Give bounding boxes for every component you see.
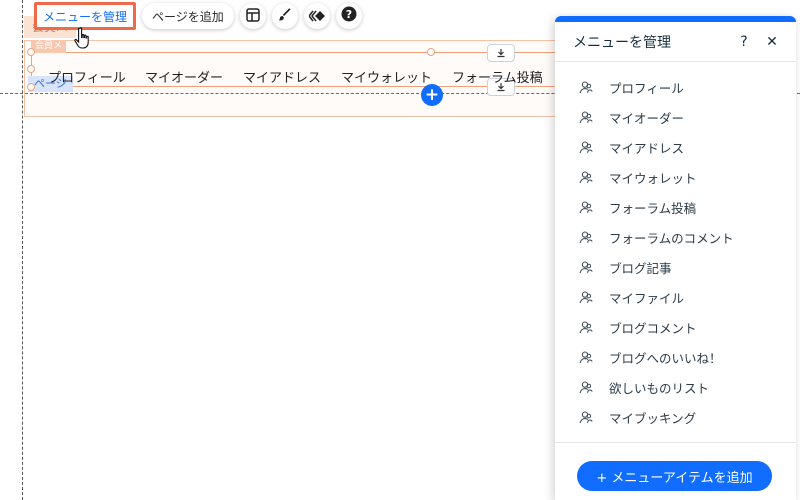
menu-item[interactable]: マイアドレス bbox=[555, 132, 796, 162]
members-nav-menu: プロフィール マイオーダー マイアドレス マイウォレット フォーラム投稿 bbox=[48, 67, 543, 86]
canvas-left-guide bbox=[22, 0, 23, 500]
menu-item[interactable]: フォーラム投稿 bbox=[555, 192, 796, 222]
nav-item-wallet[interactable]: マイウォレット bbox=[341, 67, 452, 86]
menu-item-label: マイウォレット bbox=[609, 170, 697, 186]
menu-item[interactable]: マイファイル bbox=[555, 282, 796, 312]
menu-item-label: ブログコメント bbox=[609, 320, 697, 336]
menu-item[interactable]: フォーラムのコメント bbox=[555, 222, 796, 252]
resize-handle-left[interactable] bbox=[27, 65, 35, 73]
menu-item[interactable]: ブログコメント bbox=[555, 312, 796, 342]
members-icon bbox=[579, 80, 601, 94]
help-button[interactable]: ? bbox=[335, 3, 362, 29]
menu-item[interactable]: マイオーダー bbox=[555, 102, 796, 132]
resize-handle-bottom-left[interactable] bbox=[27, 83, 35, 91]
manage-menu-panel: メニューを管理 ? ✕ プロフィール マイオーダー マイアドレス マイウォレット フォー… bbox=[555, 16, 796, 500]
menu-item-label: マイファイル bbox=[609, 290, 685, 306]
menu-item[interactable]: マイウォレット bbox=[555, 162, 796, 192]
help-icon: ? bbox=[341, 6, 357, 26]
help-icon[interactable]: ? bbox=[734, 32, 754, 52]
members-icon bbox=[579, 320, 601, 334]
members-icon bbox=[579, 170, 601, 184]
members-icon bbox=[579, 140, 601, 154]
members-icon bbox=[579, 200, 601, 214]
panel-header: メニューを管理 ? ✕ bbox=[555, 22, 796, 62]
menu-item-label: フォーラムのコメント bbox=[609, 230, 734, 246]
hand-cursor-icon bbox=[72, 26, 96, 52]
add-section-button[interactable]: + bbox=[421, 84, 443, 106]
members-icon bbox=[579, 410, 601, 424]
menu-item-list: プロフィール マイオーダー マイアドレス マイウォレット フォーラム投稿フォーラムのコメ… bbox=[555, 62, 796, 432]
members-icon bbox=[579, 260, 601, 274]
svg-text:?: ? bbox=[346, 8, 352, 21]
menu-item-label: ブログ記事 bbox=[609, 260, 672, 276]
menu-item[interactable]: ブログへのいいね！ bbox=[555, 342, 796, 372]
menu-item-label: マイアドレス bbox=[609, 140, 685, 156]
brush-icon bbox=[278, 7, 292, 26]
panel-title: メニューを管理 bbox=[573, 34, 671, 51]
menu-item[interactable]: 欲しいものリスト bbox=[555, 372, 796, 402]
nav-item-forum-posts[interactable]: フォーラム投稿 bbox=[452, 67, 543, 86]
menu-item[interactable]: プロフィール bbox=[555, 72, 796, 102]
nav-item-profile[interactable]: プロフィール bbox=[48, 67, 145, 86]
design-button[interactable] bbox=[271, 3, 298, 29]
menu-item-label: ブログへのいいね！ bbox=[609, 350, 722, 366]
add-page-button[interactable]: ページを追加 bbox=[142, 3, 234, 29]
menu-item-label: マイブッキング bbox=[609, 410, 697, 426]
resize-handle-top-left[interactable] bbox=[27, 48, 35, 56]
menu-item-label: 欲しいものリスト bbox=[609, 380, 710, 396]
layout-icon bbox=[246, 7, 260, 26]
resize-handle-top[interactable] bbox=[427, 48, 435, 56]
add-menu-item-button[interactable]: + メニューアイテムを追加 bbox=[577, 461, 772, 491]
nav-item-addresses[interactable]: マイアドレス bbox=[243, 67, 341, 86]
menu-item[interactable]: マイブッキング bbox=[555, 402, 796, 432]
animation-icon bbox=[307, 7, 325, 26]
menu-item-label: フォーラム投稿 bbox=[609, 200, 697, 216]
members-icon bbox=[579, 230, 601, 244]
close-icon[interactable]: ✕ bbox=[762, 32, 782, 52]
element-tag: 会員メ bbox=[31, 40, 67, 53]
members-icon bbox=[579, 380, 601, 394]
members-icon bbox=[579, 290, 601, 304]
menu-item-label: マイオーダー bbox=[609, 110, 685, 126]
panel-footer: + メニューアイテムを追加 bbox=[555, 442, 796, 500]
members-icon bbox=[579, 350, 601, 364]
menu-item-label: プロフィール bbox=[609, 80, 684, 96]
members-icon bbox=[579, 110, 601, 124]
nav-item-orders[interactable]: マイオーダー bbox=[145, 67, 243, 86]
menu-item[interactable]: ブログ記事 bbox=[555, 252, 796, 282]
download-icon[interactable] bbox=[487, 44, 515, 62]
layout-button[interactable] bbox=[239, 3, 266, 29]
animation-button[interactable] bbox=[303, 3, 330, 29]
